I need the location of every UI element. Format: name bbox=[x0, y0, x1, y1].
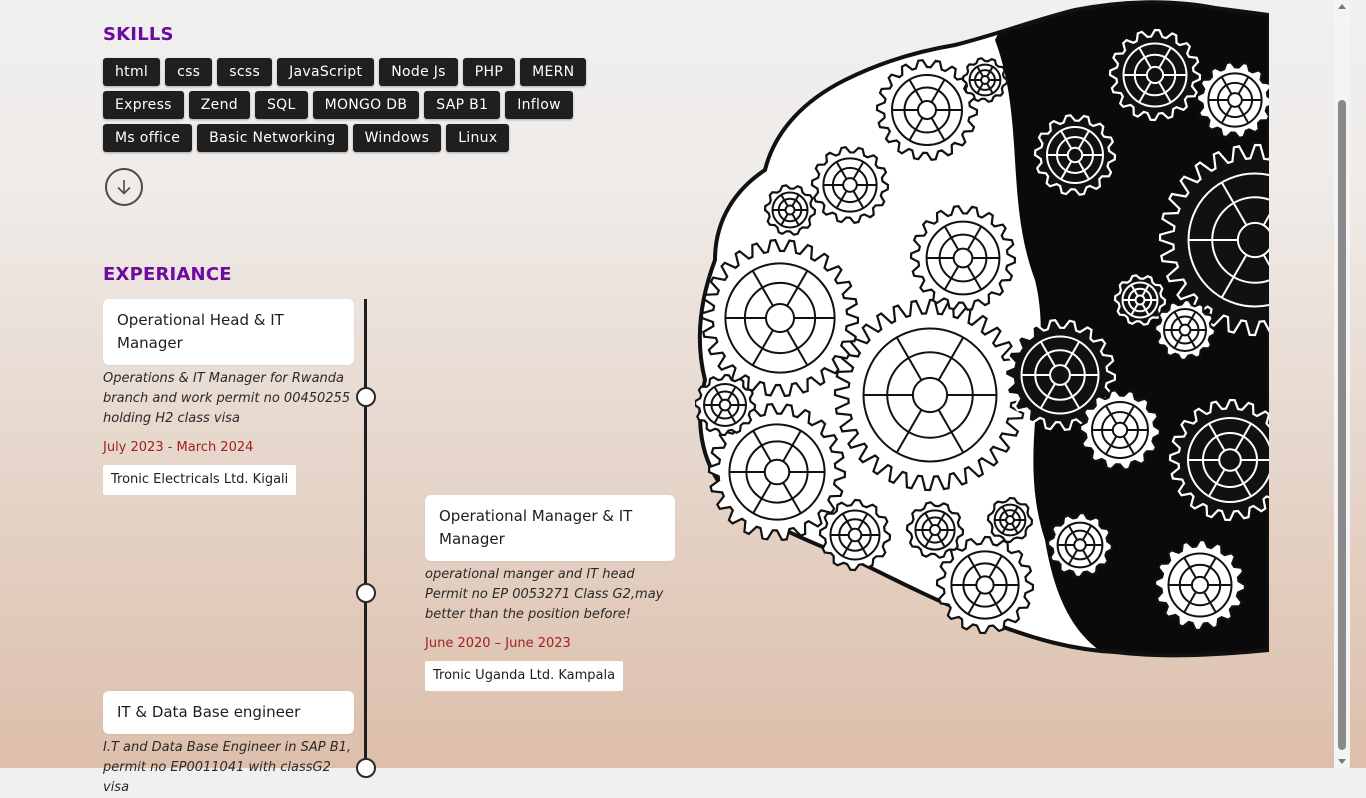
skill-tag: html bbox=[103, 58, 161, 86]
skill-tag: scss bbox=[217, 58, 273, 86]
job-description: Operations & IT Manager for Rwanda branc… bbox=[103, 371, 351, 426]
skill-tag: MERN bbox=[520, 58, 587, 86]
skill-tag: css bbox=[165, 58, 213, 86]
timeline-dot bbox=[356, 583, 376, 603]
timeline-dot bbox=[356, 387, 376, 407]
timeline-dot bbox=[356, 758, 376, 778]
job-description: operational manger and IT head Permit no… bbox=[425, 567, 664, 622]
scroll-down-arrow-icon[interactable] bbox=[1338, 759, 1346, 764]
skill-tag: SQL bbox=[254, 91, 308, 119]
job-company: Tronic Uganda Ltd. Kampala bbox=[425, 661, 624, 691]
job-title-card: Operational Head & IT Manager bbox=[103, 299, 354, 365]
job-dates: June 2020 – June 2023 bbox=[425, 636, 571, 651]
arrow-down-circle-icon bbox=[117, 180, 131, 195]
skill-tag: Zend bbox=[188, 91, 250, 119]
job-title: IT & Data Base engineer bbox=[117, 703, 301, 721]
gear-icon bbox=[833, 298, 1027, 492]
skill-tag: SAP B1 bbox=[424, 91, 501, 119]
job-company: Tronic Electricals Ltd. Kigali bbox=[103, 465, 297, 495]
job-title: Operational Manager & IT Manager bbox=[439, 507, 633, 548]
gear-brain-illustration bbox=[695, 0, 1269, 658]
gear-icon bbox=[1153, 538, 1247, 632]
scroll-down-button[interactable] bbox=[105, 168, 143, 206]
gear-icon bbox=[935, 535, 1035, 635]
skill-tag: Express bbox=[103, 91, 184, 119]
job-title: Operational Head & IT Manager bbox=[117, 311, 284, 352]
page: SKILLS html css scss JavaScript Node Js PHP ME… bbox=[0, 0, 1350, 795]
skill-tag: Node Js bbox=[379, 58, 458, 86]
scroll-up-arrow-icon[interactable] bbox=[1338, 4, 1346, 9]
skill-tag: PHP bbox=[462, 58, 516, 86]
scrollbar-thumb[interactable] bbox=[1338, 100, 1346, 750]
skill-tag: JavaScript bbox=[277, 58, 375, 86]
job-dates: July 2023 - March 2024 bbox=[103, 440, 254, 455]
skill-tag: MONGO DB bbox=[312, 91, 420, 119]
skill-tag: Inflow bbox=[505, 91, 573, 119]
skill-tag: Windows bbox=[352, 124, 442, 152]
skill-tag: Linux bbox=[446, 124, 510, 152]
timeline-line bbox=[364, 299, 367, 768]
gear-icon bbox=[986, 496, 1034, 544]
skill-tag: Ms office bbox=[103, 124, 193, 152]
job-description: I.T and Data Base Engineer in SAP B1, pe… bbox=[103, 740, 352, 795]
page-scrollbar[interactable] bbox=[1334, 0, 1350, 768]
skills-list: html css scss JavaScript Node Js PHP MERN Expre… bbox=[103, 58, 623, 152]
gear-icon bbox=[1108, 28, 1202, 122]
experience-heading: EXPERIANCE bbox=[103, 264, 232, 285]
job-title-card: Operational Manager & IT Manager bbox=[425, 495, 675, 561]
skill-tag: Basic Networking bbox=[197, 124, 348, 152]
job-title-card: IT & Data Base engineer bbox=[103, 691, 354, 734]
skills-heading: SKILLS bbox=[103, 24, 174, 45]
